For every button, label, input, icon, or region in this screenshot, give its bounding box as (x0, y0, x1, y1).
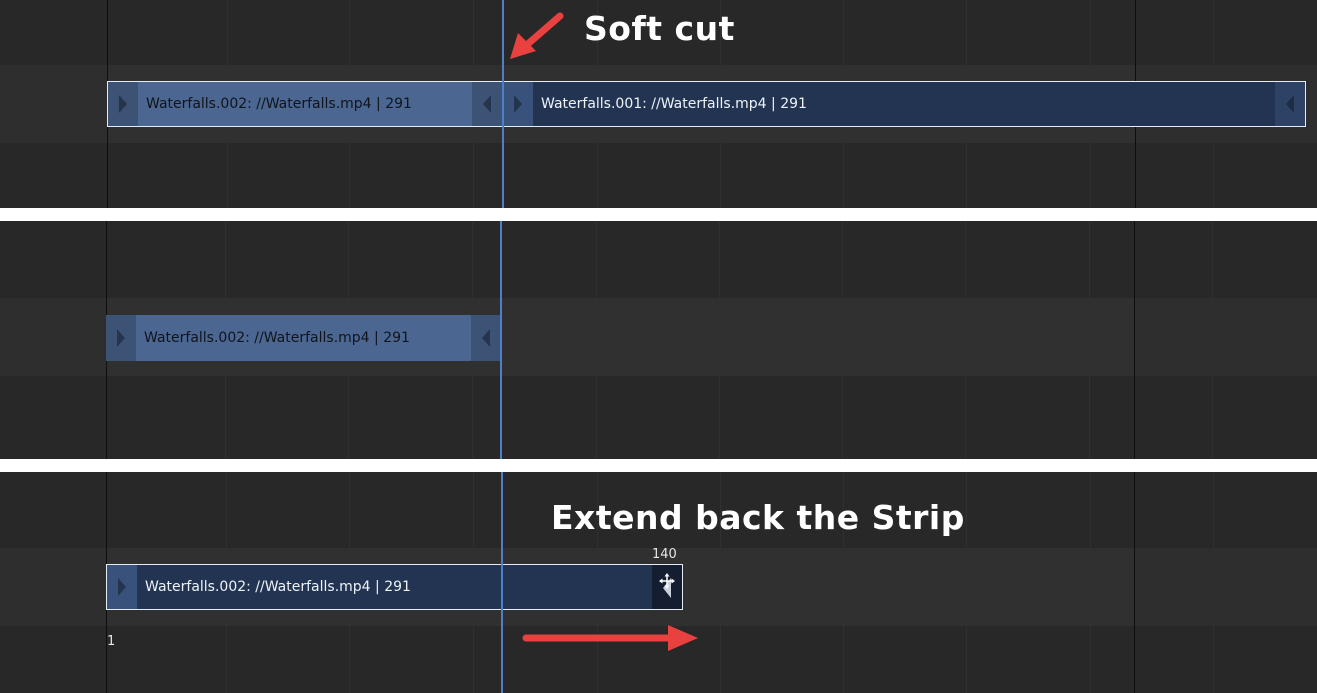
timeline-panel-extend[interactable]: Extend back the Strip 140 Waterfalls.002… (0, 472, 1317, 693)
handle-right-arrow-icon (117, 329, 125, 347)
scene-end-boundary (1134, 221, 1135, 459)
arrow-right-icon (522, 625, 698, 651)
playhead[interactable] (500, 221, 502, 459)
divider (0, 208, 1317, 221)
strip-left-handle[interactable] (107, 565, 137, 609)
strip-label: Waterfalls.002: //Waterfalls.mp4 | 291 (145, 579, 411, 595)
strip-right-handle-active[interactable] (652, 565, 682, 609)
strip-right-handle[interactable] (472, 82, 502, 126)
annotation-extend-back: Extend back the Strip (551, 498, 965, 537)
scene-end-boundary (1134, 472, 1135, 693)
frame-end-label: 140 (652, 547, 677, 562)
timeline-panel-after-cut[interactable]: Waterfalls.002: //Waterfalls.mp4 | 291 (0, 221, 1317, 459)
frame-start-label: 1 (107, 634, 116, 649)
video-strip-waterfalls-002[interactable]: Waterfalls.002: //Waterfalls.mp4 | 291 (106, 315, 501, 361)
divider (0, 459, 1317, 472)
strip-label: Waterfalls.001: //Waterfalls.mp4 | 291 (541, 96, 807, 112)
playhead[interactable] (502, 0, 504, 208)
playhead[interactable] (501, 472, 503, 693)
video-strip-waterfalls-002[interactable]: Waterfalls.002: //Waterfalls.mp4 | 291 (107, 81, 503, 127)
handle-left-arrow-icon (482, 329, 490, 347)
strip-left-handle[interactable] (108, 82, 138, 126)
timeline-panel-soft-cut[interactable]: Waterfalls.002: //Waterfalls.mp4 | 291 W… (0, 0, 1317, 208)
strip-left-handle[interactable] (503, 82, 533, 126)
strip-label: Waterfalls.002: //Waterfalls.mp4 | 291 (146, 96, 412, 112)
handle-right-arrow-icon (119, 95, 127, 113)
strip-right-handle[interactable] (471, 315, 501, 361)
handle-right-arrow-icon (514, 95, 522, 113)
handle-right-arrow-icon (118, 578, 126, 596)
video-strip-waterfalls-001[interactable]: Waterfalls.001: //Waterfalls.mp4 | 291 (502, 81, 1306, 127)
strip-left-handle[interactable] (106, 315, 136, 361)
strip-right-handle[interactable] (1275, 82, 1305, 126)
handle-left-arrow-icon (1286, 95, 1294, 113)
annotation-soft-cut: Soft cut (584, 9, 735, 48)
move-cursor-icon (659, 573, 675, 598)
strip-label: Waterfalls.002: //Waterfalls.mp4 | 291 (144, 330, 410, 346)
arrow-down-left-icon (510, 12, 564, 59)
handle-left-arrow-icon (483, 95, 491, 113)
video-strip-waterfalls-002-selected[interactable]: Waterfalls.002: //Waterfalls.mp4 | 291 (106, 564, 683, 610)
